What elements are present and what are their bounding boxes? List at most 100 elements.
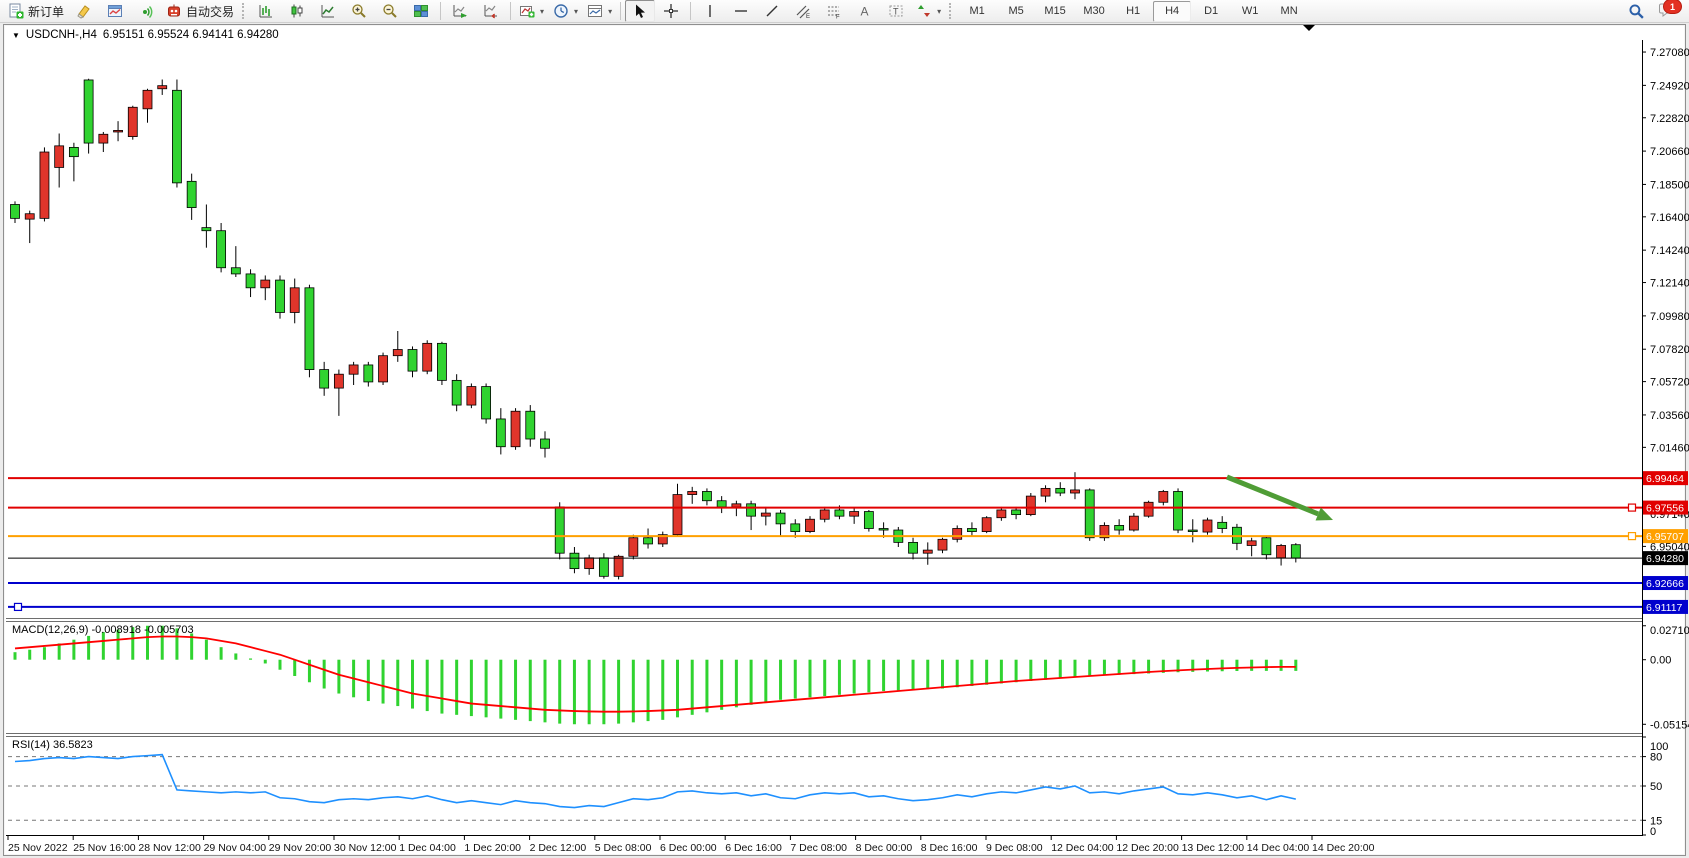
charts-window-button[interactable]	[100, 0, 130, 22]
svg-text:9 Dec 08:00: 9 Dec 08:00	[986, 842, 1043, 854]
toolbar-separator	[440, 2, 441, 20]
svg-text:7.20660: 7.20660	[1650, 146, 1689, 158]
arrows-tool-button[interactable]: ▾	[912, 0, 945, 22]
chat-button[interactable]: 1	[1657, 1, 1679, 21]
svg-text:T: T	[893, 7, 899, 17]
chart-shift-button[interactable]	[476, 0, 506, 22]
candlestick-chart-button[interactable]	[282, 0, 312, 22]
equidistant-channel-icon: E	[795, 3, 811, 19]
svg-text:25 Nov 16:00: 25 Nov 16:00	[73, 842, 136, 854]
toolbar-separator	[510, 2, 511, 20]
svg-text:7.16400: 7.16400	[1650, 212, 1689, 224]
svg-text:6.99464: 6.99464	[1646, 473, 1684, 485]
chevron-down-icon: ▾	[937, 7, 941, 16]
clock-icon	[553, 3, 569, 19]
horizontal-line-tool-button[interactable]	[726, 0, 756, 22]
auto-scroll-button[interactable]	[445, 0, 475, 22]
chart-window-icon	[107, 3, 123, 19]
svg-text:6.95707: 6.95707	[1646, 531, 1684, 543]
svg-text:7.03560: 7.03560	[1650, 410, 1689, 422]
hline-selection-marker[interactable]	[1629, 533, 1636, 540]
horizontal-line-icon	[733, 3, 749, 19]
auto-trading-button[interactable]: 自动交易	[162, 0, 238, 22]
tile-windows-icon	[413, 3, 429, 19]
svg-text:6.92666: 6.92666	[1646, 578, 1684, 590]
svg-text:7.27080: 7.27080	[1650, 47, 1689, 59]
hline-selection-marker[interactable]	[15, 603, 22, 610]
text-tool-button[interactable]: A	[850, 0, 880, 22]
zoom-in-button[interactable]	[344, 0, 374, 22]
crosshair-tool-button[interactable]	[656, 0, 686, 22]
svg-text:7.12140: 7.12140	[1650, 278, 1689, 290]
chart-plot-area[interactable]	[8, 40, 1642, 835]
svg-text:6 Dec 00:00: 6 Dec 00:00	[660, 842, 717, 854]
text-label-icon: T	[888, 3, 904, 19]
svg-text:30 Nov 12:00: 30 Nov 12:00	[334, 842, 397, 854]
new-order-label: 新订单	[28, 3, 64, 20]
svg-text:7.05720: 7.05720	[1650, 377, 1689, 389]
svg-text:80: 80	[1650, 752, 1662, 764]
svg-text:-0.051546: -0.051546	[1650, 719, 1689, 731]
new-order-button[interactable]: 新订单	[4, 0, 68, 22]
signal-button[interactable]	[131, 0, 161, 22]
toolbar-grip	[949, 3, 954, 19]
signal-icon	[138, 3, 154, 19]
trendline-icon	[764, 3, 780, 19]
indicators-button[interactable]: ▾	[515, 0, 548, 22]
line-chart-button[interactable]	[313, 0, 343, 22]
timeframe-button-MN[interactable]: MN	[1270, 1, 1308, 22]
quotes-button[interactable]	[69, 0, 99, 22]
timeframe-button-M15[interactable]: M15	[1036, 1, 1074, 22]
timeframe-button-W1[interactable]: W1	[1231, 1, 1269, 22]
toolbar-separator	[690, 2, 691, 20]
bar-chart-icon	[258, 3, 274, 19]
auto-trading-icon	[166, 3, 182, 19]
svg-text:7.18500: 7.18500	[1650, 179, 1689, 191]
timeframe-button-H1[interactable]: H1	[1114, 1, 1152, 22]
timeframe-button-D1[interactable]: D1	[1192, 1, 1230, 22]
notification-badge: 1	[1663, 0, 1682, 14]
tile-windows-button[interactable]	[406, 0, 436, 22]
new-order-icon	[8, 3, 24, 19]
svg-text:29 Nov 20:00: 29 Nov 20:00	[269, 842, 332, 854]
auto-trading-label: 自动交易	[186, 3, 234, 20]
chart-header[interactable]: ▼ USDCNH-,H4 6.95151 6.95524 6.94141 6.9…	[12, 29, 279, 41]
text-label-tool-button[interactable]: T	[881, 0, 911, 22]
crosshair-icon	[663, 3, 679, 19]
templates-button[interactable]: ▾	[583, 0, 616, 22]
channel-tool-button[interactable]: E	[788, 0, 818, 22]
svg-text:2 Dec 12:00: 2 Dec 12:00	[530, 842, 587, 854]
bar-chart-button[interactable]	[251, 0, 281, 22]
svg-text:7.14240: 7.14240	[1650, 245, 1689, 257]
rsi-label: RSI(14) 36.5823	[12, 739, 93, 751]
svg-text:50: 50	[1650, 781, 1662, 793]
chart-dropdown-icon[interactable]: ▼	[12, 31, 20, 40]
hline-selection-marker[interactable]	[1629, 504, 1636, 511]
vertical-line-tool-button[interactable]	[695, 0, 725, 22]
indicators-icon	[519, 3, 535, 19]
chart-canvas[interactable]: 7.270807.249207.228207.206607.185007.164…	[0, 0, 1689, 858]
svg-text:5 Dec 08:00: 5 Dec 08:00	[595, 842, 652, 854]
timeframe-button-M30[interactable]: M30	[1075, 1, 1113, 22]
cursor-tool-button[interactable]	[625, 0, 655, 22]
timeframe-button-M5[interactable]: M5	[997, 1, 1035, 22]
zoom-in-icon	[351, 3, 367, 19]
trading-terminal: 新订单 自动交易	[0, 0, 1689, 858]
trendline-tool-button[interactable]	[757, 0, 787, 22]
fibonacci-tool-button[interactable]: F	[819, 0, 849, 22]
candlestick-chart-icon	[289, 3, 305, 19]
svg-text:14 Dec 20:00: 14 Dec 20:00	[1312, 842, 1375, 854]
search-button[interactable]	[1621, 0, 1651, 22]
template-icon	[587, 3, 603, 19]
timeframe-button-H4[interactable]: H4	[1153, 1, 1191, 22]
svg-text:7.07820: 7.07820	[1650, 344, 1689, 356]
timeframe-group: M1M5M15M30H1H4D1W1MN	[958, 1, 1308, 22]
timeframe-button-M1[interactable]: M1	[958, 1, 996, 22]
svg-text:7 Dec 08:00: 7 Dec 08:00	[790, 842, 847, 854]
svg-text:29 Nov 04:00: 29 Nov 04:00	[204, 842, 267, 854]
zoom-out-button[interactable]	[375, 0, 405, 22]
periods-button[interactable]: ▾	[549, 0, 582, 22]
svg-text:6.91117: 6.91117	[1646, 602, 1683, 614]
svg-text:6.94280: 6.94280	[1646, 553, 1684, 565]
svg-text:7.24920: 7.24920	[1650, 80, 1689, 92]
